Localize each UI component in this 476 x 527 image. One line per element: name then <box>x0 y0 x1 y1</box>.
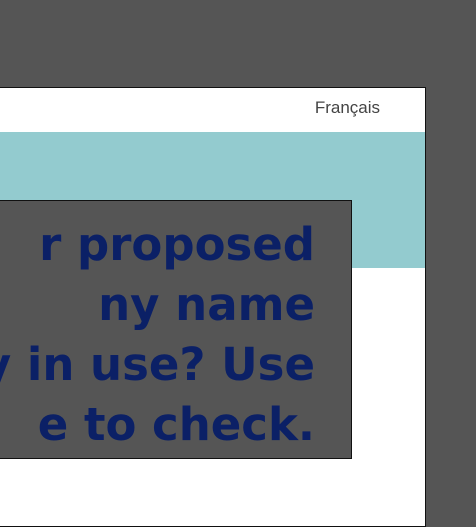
overlay-line-3: y in use? Use <box>0 338 315 391</box>
overlay-message: r proposed ny name y in use? Use e to ch… <box>0 215 315 455</box>
language-toggle-link[interactable]: Français <box>315 98 380 118</box>
prompt-overlay: r proposed ny name y in use? Use e to ch… <box>0 200 352 459</box>
overlay-line-1: r proposed <box>39 218 315 271</box>
overlay-line-2: ny name <box>98 278 315 331</box>
overlay-line-4: e to check. <box>37 398 315 451</box>
